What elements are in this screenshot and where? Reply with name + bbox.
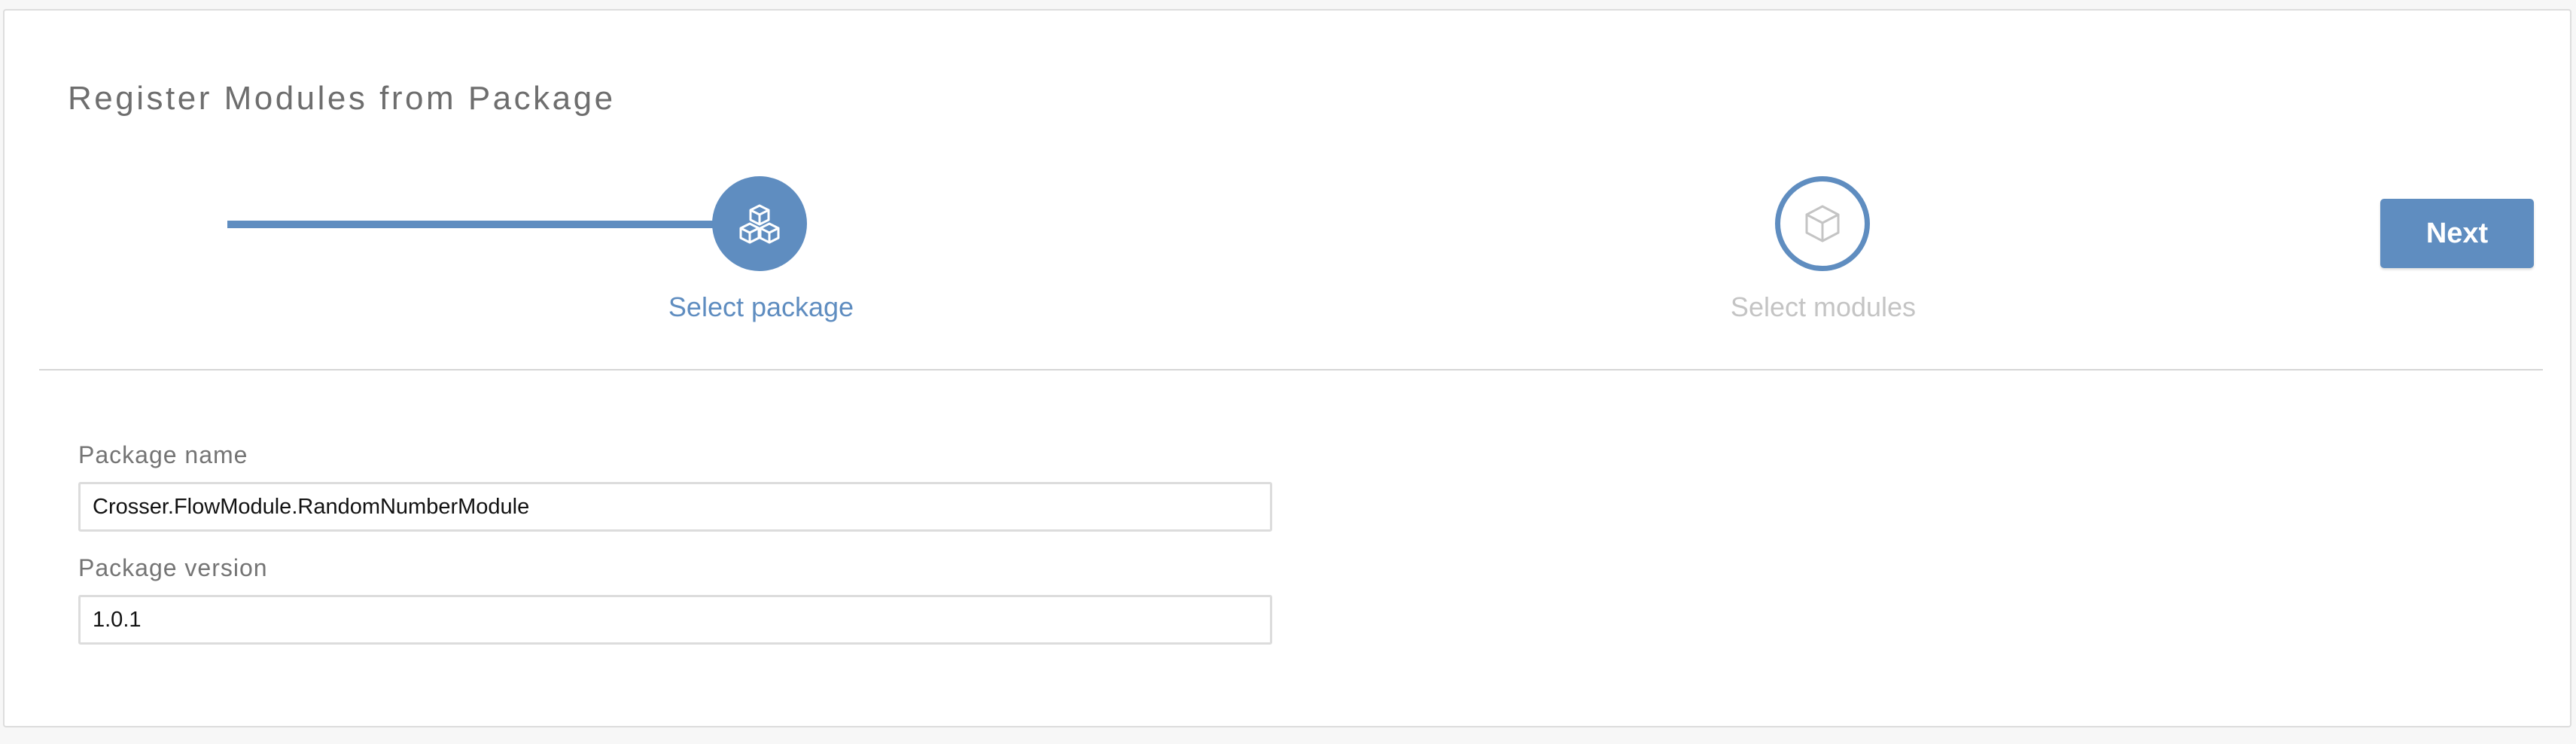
next-button[interactable]: Next <box>2380 199 2534 268</box>
section-divider <box>39 369 2543 370</box>
register-modules-panel: Register Modules from Package Select pac… <box>3 9 2571 727</box>
packages-icon <box>738 203 781 244</box>
package-version-label: Package version <box>78 554 268 581</box>
cube-icon <box>1804 204 1841 243</box>
stepper-progress-line <box>227 221 726 228</box>
step-select-package[interactable] <box>712 176 807 271</box>
step-select-modules[interactable] <box>1775 176 1870 271</box>
step-label-select-modules: Select modules <box>1730 291 1917 322</box>
package-name-label: Package name <box>78 441 248 468</box>
step-label-select-package: Select package <box>668 291 854 322</box>
package-version-input[interactable] <box>78 595 1272 645</box>
package-name-input[interactable] <box>78 482 1272 532</box>
page-title: Register Modules from Package <box>68 80 616 117</box>
